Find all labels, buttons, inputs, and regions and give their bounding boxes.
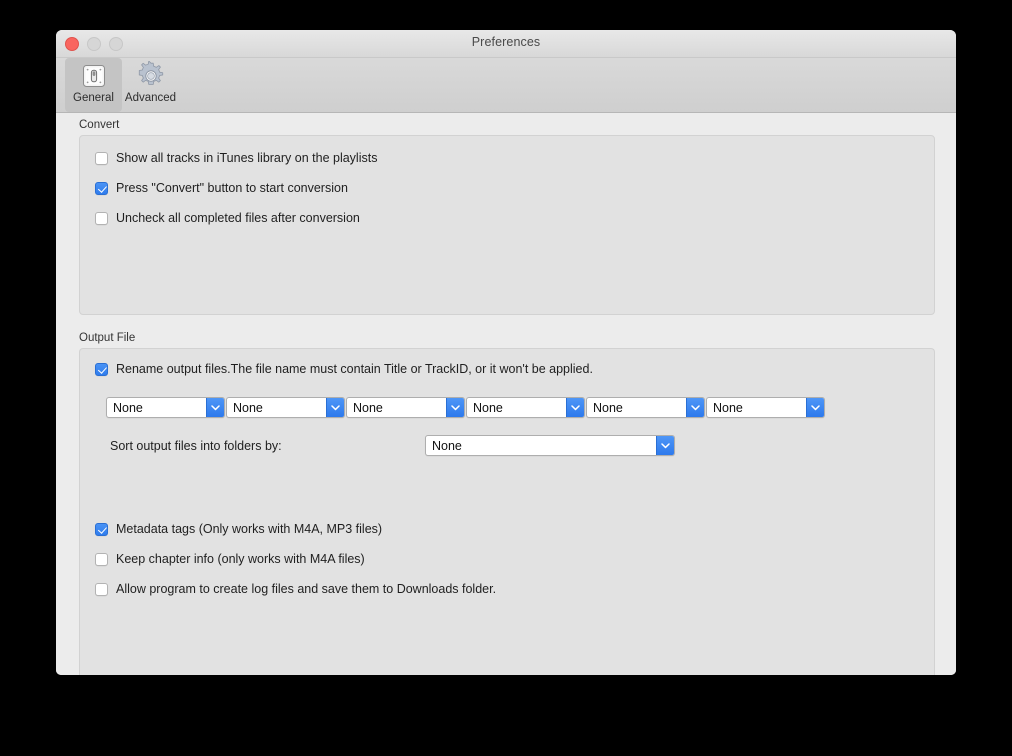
- checkbox-metadata-tags-label: Metadata tags (Only works with M4A, MP3 …: [116, 522, 383, 536]
- chevron-down-icon[interactable]: [806, 398, 824, 417]
- output-group-label: Output File: [79, 332, 136, 344]
- name-part-select-4-value: None: [473, 400, 503, 415]
- name-part-select-5[interactable]: None: [586, 397, 705, 418]
- checkbox-show-all-tracks-label: Show all tracks in iTunes library on the…: [116, 151, 378, 165]
- switch-panel-icon: [80, 61, 108, 91]
- name-part-select-6-value: None: [713, 400, 743, 415]
- checkbox-rename-output-files[interactable]: Rename output files.The file name must c…: [95, 362, 593, 376]
- chevron-down-icon[interactable]: [656, 436, 674, 455]
- preferences-content: Convert Show all tracks in iTunes librar…: [56, 113, 956, 675]
- checkbox-press-convert-label: Press "Convert" button to start conversi…: [116, 181, 348, 195]
- preferences-window: Preferences General Advanced Convert Sho…: [56, 30, 956, 675]
- chevron-down-icon[interactable]: [446, 398, 464, 417]
- checkbox-metadata-tags[interactable]: Metadata tags (Only works with M4A, MP3 …: [95, 522, 382, 536]
- name-part-select-3[interactable]: None: [346, 397, 465, 418]
- chevron-down-icon[interactable]: [686, 398, 704, 417]
- chevron-down-icon[interactable]: [566, 398, 584, 417]
- desktop-background: Preferences General Advanced Convert Sho…: [0, 0, 1012, 756]
- checkbox-allow-log-files-label: Allow program to create log files and sa…: [116, 582, 497, 596]
- tab-general[interactable]: General: [65, 58, 122, 112]
- name-part-select-5-value: None: [593, 400, 623, 415]
- name-part-select-3-value: None: [353, 400, 383, 415]
- checkbox-show-all-tracks[interactable]: Show all tracks in iTunes library on the…: [95, 151, 377, 165]
- checkbox-keep-chapter-info-box[interactable]: [95, 552, 108, 566]
- checkbox-uncheck-completed-label: Uncheck all completed files after conver…: [116, 211, 360, 225]
- name-part-select-4[interactable]: None: [466, 397, 585, 418]
- tab-general-label: General: [73, 92, 114, 104]
- gear-icon: [136, 61, 166, 91]
- chevron-down-icon[interactable]: [206, 398, 224, 417]
- checkbox-show-all-tracks-box[interactable]: [95, 151, 108, 165]
- tab-advanced[interactable]: Advanced: [122, 58, 179, 104]
- checkbox-uncheck-completed-box[interactable]: [95, 211, 108, 225]
- name-part-select-6[interactable]: None: [706, 397, 825, 418]
- sort-output-select[interactable]: None: [425, 435, 675, 456]
- chevron-down-icon[interactable]: [326, 398, 344, 417]
- window-title: Preferences: [471, 35, 541, 49]
- preferences-toolbar: General Advanced: [56, 58, 956, 113]
- checkbox-rename-output-files-box[interactable]: [95, 362, 108, 376]
- checkbox-keep-chapter-info-label: Keep chapter info (only works with M4A f…: [116, 552, 365, 566]
- convert-group-label: Convert: [79, 119, 120, 131]
- name-part-select-1-value: None: [113, 400, 143, 415]
- name-part-select-2-value: None: [233, 400, 263, 415]
- checkbox-uncheck-completed[interactable]: Uncheck all completed files after conver…: [95, 211, 360, 225]
- window-titlebar[interactable]: Preferences: [56, 30, 956, 58]
- checkbox-metadata-tags-box[interactable]: [95, 522, 108, 536]
- sort-output-select-value: None: [432, 438, 462, 453]
- checkbox-keep-chapter-info[interactable]: Keep chapter info (only works with M4A f…: [95, 552, 365, 566]
- checkbox-allow-log-files[interactable]: Allow program to create log files and sa…: [95, 582, 496, 596]
- checkbox-press-convert-box[interactable]: [95, 181, 108, 195]
- name-part-select-1[interactable]: None: [106, 397, 225, 418]
- checkbox-press-convert[interactable]: Press "Convert" button to start conversi…: [95, 181, 348, 195]
- tab-advanced-label: Advanced: [124, 92, 177, 104]
- sort-output-label: Sort output files into folders by:: [110, 439, 282, 453]
- checkbox-rename-output-files-label: Rename output files.The file name must c…: [116, 362, 593, 376]
- name-part-select-2[interactable]: None: [226, 397, 345, 418]
- checkbox-allow-log-files-box[interactable]: [95, 582, 108, 596]
